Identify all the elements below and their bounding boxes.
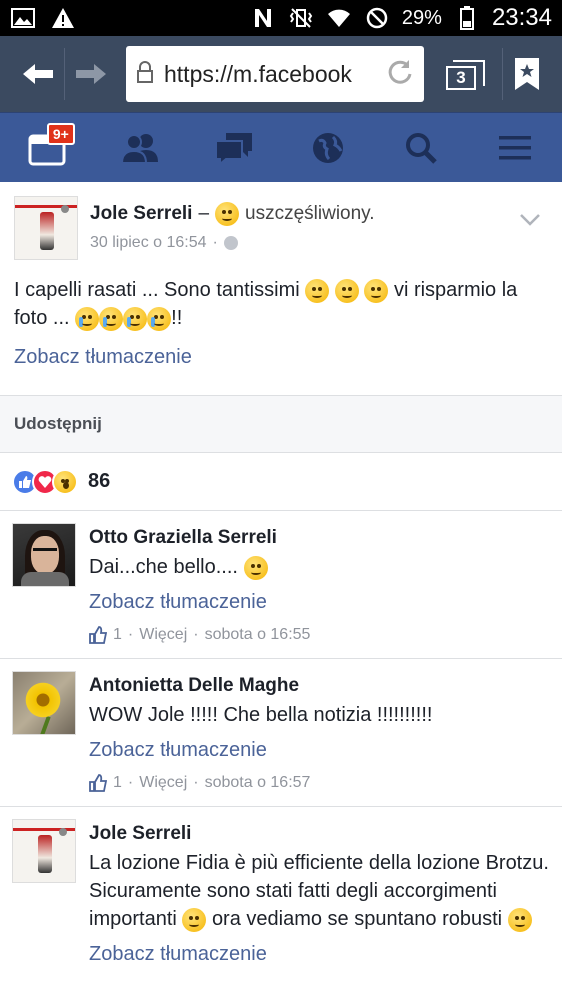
comment-text: La lozione Fidia è più efficiente della … [89, 849, 550, 933]
share-label: Udostępnij [14, 414, 102, 433]
do-not-disturb-icon [364, 7, 390, 29]
comment-text-body: Dai...che bello.... [89, 556, 238, 578]
friends-icon [121, 133, 159, 164]
comment-more-link[interactable]: Więcej [139, 774, 187, 792]
notification-badge: 9+ [46, 122, 75, 145]
share-bar[interactable]: Udostępnij [0, 395, 562, 453]
meta-separator: · [212, 234, 218, 251]
messages-icon [215, 132, 253, 165]
post-see-translation-link[interactable]: Zobacz tłumaczenie [14, 346, 192, 369]
reload-icon[interactable] [386, 58, 414, 91]
battery-icon [454, 6, 480, 30]
comment-text: Dai...che bello.... [89, 553, 550, 581]
nav-search[interactable] [386, 113, 456, 183]
crying-emoji-icon [123, 306, 148, 331]
wow-reaction-icon [52, 468, 78, 495]
reactions-count: 86 [88, 470, 111, 492]
grin-emoji-icon [305, 278, 330, 303]
happy-emoji-icon [215, 202, 240, 226]
facebook-nav-bar: 9+ [0, 112, 562, 182]
url-text: https://m.facebook [164, 60, 352, 87]
address-bar[interactable]: https://m.facebook [126, 46, 424, 102]
grin-emoji-icon [364, 278, 389, 303]
public-audience-icon [223, 236, 238, 250]
comment: Otto Graziella Serreli Dai...che bello..… [0, 511, 562, 659]
grin-emoji-icon [334, 278, 359, 303]
clock: 23:34 [491, 4, 552, 31]
nav-friends[interactable] [105, 113, 175, 183]
tab-count: 3 [446, 60, 485, 90]
browser-toolbar: https://m.facebook 3 [0, 36, 562, 112]
nav-notifications[interactable] [293, 113, 363, 183]
smile-emoji-icon [182, 907, 207, 932]
lock-icon [136, 60, 154, 88]
nav-messages[interactable] [199, 113, 269, 183]
feeling-text: uszczęśliwiony. [245, 203, 375, 224]
vibrate-icon [288, 7, 314, 29]
comment-timestamp: sobota o 16:55 [204, 626, 311, 643]
crying-emoji-icon [99, 306, 124, 331]
post-options-chevron-icon[interactable] [514, 204, 546, 236]
forward-button[interactable] [64, 48, 116, 100]
tabs-button[interactable]: 3 [438, 48, 494, 100]
warning-notification-icon [50, 7, 76, 29]
search-icon [406, 132, 438, 164]
commenter-avatar[interactable] [12, 819, 76, 883]
globe-icon [312, 132, 343, 163]
post-text-1: I capelli rasati ... Sono tantissimi [14, 279, 300, 301]
wifi-icon [326, 7, 352, 29]
wink-emoji-icon [243, 555, 268, 580]
reactions-summary[interactable]: 86 [0, 453, 562, 511]
post: Jole Serreli – uszczęśliwiony. 30 lipiec… [0, 182, 562, 369]
bookmark-button[interactable] [502, 48, 550, 100]
smile-emoji-icon [507, 907, 532, 932]
nfc-icon [250, 7, 276, 29]
post-author-avatar[interactable] [14, 196, 78, 260]
crying-emoji-icon [75, 306, 100, 331]
comment-see-translation-link[interactable]: Zobacz tłumaczenie [89, 943, 550, 966]
post-timestamp[interactable]: 30 lipiec o 16:54 [90, 234, 207, 252]
comment-text-2: ora vediamo se spuntano robusti [211, 908, 503, 930]
battery-percent: 29% [401, 6, 442, 29]
author-feeling-dash: – [198, 203, 210, 224]
like-thumb-icon[interactable] [89, 774, 107, 792]
comment-meta: 1 · Więcej · sobota o 16:57 [89, 774, 550, 792]
nav-menu[interactable] [480, 113, 550, 183]
comment-timestamp: sobota o 16:57 [204, 774, 311, 791]
comment-meta: 1 · Więcej · sobota o 16:55 [89, 626, 550, 644]
hamburger-menu-icon [499, 135, 532, 159]
commenter-name[interactable]: Otto Graziella Serreli [89, 527, 550, 549]
comment-see-translation-link[interactable]: Zobacz tłumaczenie [89, 739, 550, 762]
comment: Antonietta Delle Maghe WOW Jole !!!!! Ch… [0, 659, 562, 807]
commenter-avatar[interactable] [12, 671, 76, 735]
comment-text: WOW Jole !!!!! Che bella notizia !!!!!!!… [89, 704, 433, 726]
nav-news-feed[interactable]: 9+ [12, 113, 82, 183]
gallery-notification-icon [10, 7, 36, 29]
comment-more-link[interactable]: Więcej [139, 626, 187, 644]
comment: Jole Serreli La lozione Fidia è più effi… [0, 807, 562, 980]
back-button[interactable] [12, 48, 64, 100]
post-text-3: !! [171, 307, 183, 329]
post-body: I capelli rasati ... Sono tantissimi vi … [14, 276, 546, 332]
comment-like-count: 1 [113, 774, 122, 791]
crying-emoji-icon [147, 306, 172, 331]
post-author-name[interactable]: Jole Serreli [90, 203, 192, 225]
commenter-avatar[interactable] [12, 523, 76, 587]
commenter-name[interactable]: Antonietta Delle Maghe [89, 675, 550, 697]
comment-like-count: 1 [113, 626, 122, 643]
status-bar: 29% 23:34 [0, 0, 562, 36]
like-thumb-icon[interactable] [89, 626, 107, 644]
comment-see-translation-link[interactable]: Zobacz tłumaczenie [89, 591, 550, 614]
commenter-name[interactable]: Jole Serreli [89, 823, 550, 845]
